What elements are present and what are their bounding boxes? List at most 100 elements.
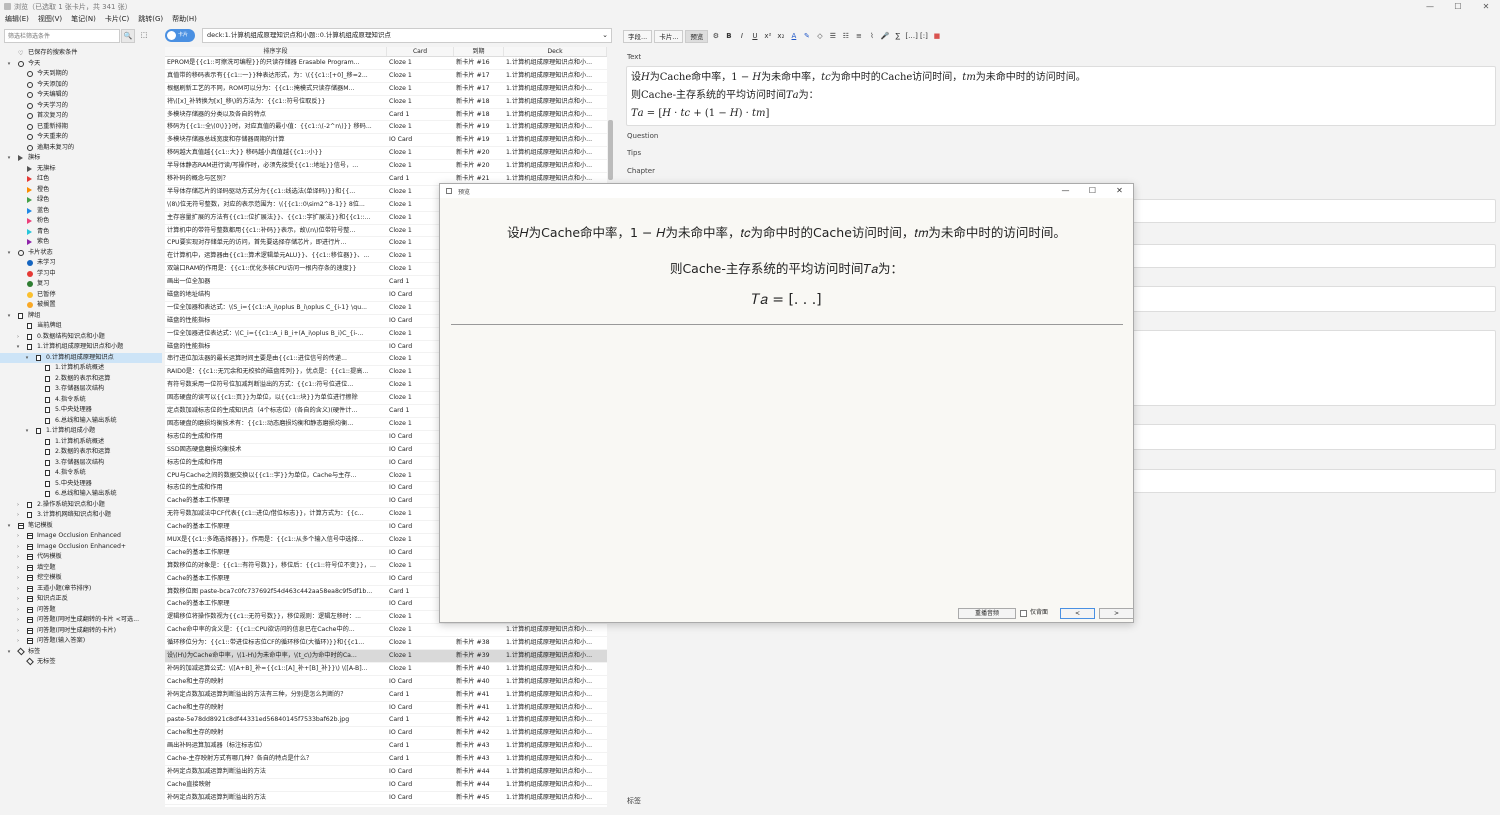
sidebar-item[interactable]: › 挖空模板	[0, 573, 162, 584]
menu-view[interactable]: 视图(V)	[38, 13, 62, 25]
bold-button[interactable]: B	[723, 30, 734, 43]
table-row[interactable]: 将\([x]_补转换为[x]_移\)的方法为：{{c1::符号位取反}} Cloz…	[165, 96, 607, 109]
expand-chevron-icon[interactable]: ›	[15, 605, 21, 616]
table-row[interactable]: EPROM是{{c1::可擦洗可编程}}的只读存储器 Erasable Prog…	[165, 57, 607, 70]
preview-close-button[interactable]: ✕	[1106, 184, 1133, 198]
table-row[interactable]: 半导体静态RAM进行读/写操作时，必须先接受{{c1::地址}}信号，... Cl…	[165, 160, 607, 174]
preview-maximize-button[interactable]: ☐	[1079, 184, 1106, 198]
sidebar-item[interactable]: 首次复习的	[0, 111, 162, 122]
sidebar-item[interactable]: 3.存储器层次结构	[0, 384, 162, 395]
menu-cards[interactable]: 卡片(C)	[105, 13, 129, 25]
sidebar-item[interactable]: › Image Occlusion Enhanced	[0, 531, 162, 542]
maximize-button[interactable]: ☐	[1444, 0, 1472, 13]
expand-chevron-icon[interactable]: ▾	[6, 248, 12, 259]
sidebar-item[interactable]: ▾ 旗标	[0, 153, 162, 164]
preview-minimize-button[interactable]: —	[1052, 184, 1079, 198]
highlight-button[interactable]: ✎	[801, 30, 812, 43]
sidebar-item[interactable]: ♡ 已保存的搜索条件	[0, 48, 162, 59]
sidebar-item[interactable]: 已暂停	[0, 290, 162, 301]
attach-icon[interactable]: ⌇	[866, 30, 877, 43]
math-icon[interactable]: ∑	[892, 30, 903, 43]
expand-chevron-icon[interactable]: ▾	[24, 353, 30, 364]
expand-chevron-icon[interactable]: ›	[15, 584, 21, 595]
sidebar-search-input[interactable]	[4, 29, 120, 43]
sidebar-item[interactable]: 6.总线和输入输出系统	[0, 489, 162, 500]
expand-chevron-icon[interactable]: ▾	[6, 153, 12, 164]
expand-chevron-icon[interactable]: ›	[15, 531, 21, 542]
sidebar-item[interactable]: › Image Occlusion Enhanced+	[0, 542, 162, 553]
scrollbar-thumb[interactable]	[608, 120, 613, 180]
expand-chevron-icon[interactable]: ›	[15, 626, 21, 637]
sidebar-item[interactable]: 3.存储器层次结构	[0, 458, 162, 469]
select-mode-icon[interactable]: ⬚	[137, 29, 151, 43]
sidebar-item[interactable]: › 知识点正反	[0, 594, 162, 605]
sidebar-item[interactable]: 无标签	[0, 657, 162, 668]
next-card-button[interactable]: >	[1099, 608, 1134, 619]
expand-chevron-icon[interactable]: ›	[15, 552, 21, 563]
sidebar-item[interactable]: 复习	[0, 279, 162, 290]
column-deck[interactable]: Deck	[504, 47, 607, 56]
tags-field-label[interactable]: 标签	[627, 796, 641, 806]
eraser-icon[interactable]: ◇	[814, 30, 825, 43]
menu-go[interactable]: 跳转(G)	[138, 13, 163, 25]
sidebar-item[interactable]: 无旗标	[0, 164, 162, 175]
question-field-label[interactable]: Question	[627, 132, 658, 140]
sidebar-item[interactable]: 紫色	[0, 237, 162, 248]
expand-chevron-icon[interactable]: ›	[15, 615, 21, 626]
microphone-icon[interactable]: 🎤	[879, 30, 890, 43]
expand-chevron-icon[interactable]: ▾	[6, 647, 12, 658]
sidebar-item[interactable]: ▾ 1.计算机组成小题	[0, 426, 162, 437]
table-row[interactable]: 补码定点数加减运算判断溢出的方法 IO Card 新卡片 #45 1.计算机组成原理知…	[165, 792, 607, 805]
sidebar-item[interactable]: ▾ 0.计算机组成原理知识点	[0, 352, 162, 364]
search-query-field[interactable]: deck:1.计算机组成原理知识点和小题::0.计算机组成原理知识点 ⌄	[202, 28, 612, 43]
sidebar-item[interactable]: › 3.计算机网络知识点和小题	[0, 510, 162, 521]
sidebar-item[interactable]: 今天重来的	[0, 132, 162, 143]
sidebar-item[interactable]: 5.中央处理器	[0, 405, 162, 416]
search-icon[interactable]: 🔍	[121, 29, 135, 43]
sidebar-item[interactable]: 当前牌组	[0, 321, 162, 332]
table-row[interactable]: Cache和主存的映射 IO Card 新卡片 #41 1.计算机组成原理知识点和小.…	[165, 702, 607, 715]
expand-chevron-icon[interactable]: ›	[15, 563, 21, 574]
replay-audio-button[interactable]: 重播音频	[958, 608, 1016, 619]
sidebar-item[interactable]: ▾ 卡片状态	[0, 248, 162, 259]
table-row[interactable]: 多模块存储器总线宽度和存储器周期的计算 IO Card 新卡片 #19 1.计算机组成…	[165, 134, 607, 148]
table-row[interactable]: Cache命中率的含义是：{{c1::CPU欲访问的信息已在Cache中的...…	[165, 624, 607, 638]
cloze-icon[interactable]: […]	[905, 30, 917, 43]
expand-chevron-icon[interactable]: ▾	[24, 426, 30, 437]
text-field-editor[interactable]: 设𝐻为Cache命中率，1 − 𝐻为未命中率，𝑡𝑐为命中时的Cache访问时间，…	[626, 66, 1496, 126]
sidebar-item[interactable]: › 代码模板	[0, 552, 162, 563]
minimize-button[interactable]: —	[1416, 0, 1444, 13]
expand-chevron-icon[interactable]: ▾	[15, 342, 21, 353]
text-color-button[interactable]: A	[788, 30, 799, 43]
underline-button[interactable]: U	[749, 30, 760, 43]
prev-card-button[interactable]: <	[1060, 608, 1095, 619]
table-row[interactable]: 补码定点数加减运算判断溢出的方法有三种，分别是怎么判断的？ Card 1 新卡片 #…	[165, 689, 607, 702]
sidebar-item[interactable]: › 0.数据结构知识点和小题	[0, 332, 162, 343]
table-row[interactable]: 循环移位分为：{{c1::带进位标志位CF的循环移位(大循环)}}和{{c1..…	[165, 637, 607, 650]
sidebar-item[interactable]: 未学习	[0, 258, 162, 269]
table-row[interactable]: 补码的加减运算公式：\([A+B]_补={{c1::[A]_补+[B]_补}}\…	[165, 663, 607, 676]
sidebar-item[interactable]: 今天学习的	[0, 101, 162, 112]
preview-button[interactable]: 预览	[685, 29, 709, 43]
sidebar-item[interactable]: 逾期未复习的	[0, 143, 162, 154]
table-row[interactable]: 根据刷新工艺的不同，ROM可以分为：{{c1::掩模式只读存储器M... Cloz…	[165, 83, 607, 96]
table-row[interactable]: Cache直接映射 IO Card 新卡片 #44 1.计算机组成原理知识点和小...	[165, 779, 607, 792]
table-row[interactable]: paste-5e78dd8921c8df44331ed56840145f7533…	[165, 714, 607, 728]
sidebar-item[interactable]: ▾ 牌组	[0, 311, 162, 322]
cloze-same-icon[interactable]: [:]	[918, 30, 929, 43]
sidebar-item[interactable]: 2.数据的表示和运算	[0, 447, 162, 458]
sidebar-item[interactable]: › 王道小题(章节排序)	[0, 584, 162, 595]
sidebar-item[interactable]: 2.数据的表示和运算	[0, 374, 162, 385]
expand-chevron-icon[interactable]: ▾	[6, 59, 12, 70]
expand-chevron-icon[interactable]: ›	[15, 636, 21, 647]
sidebar-item[interactable]: 今天添加的	[0, 80, 162, 91]
sidebar-item[interactable]: 今天编辑的	[0, 90, 162, 101]
expand-chevron-icon[interactable]: ▾	[6, 521, 12, 532]
table-row[interactable]: 补码定点数加减运算判断溢出的方法 IO Card 新卡片 #44 1.计算机组成原理知…	[165, 766, 607, 779]
close-button[interactable]: ✕	[1472, 0, 1500, 13]
table-row[interactable]: Cache-主存映射方式有哪几种？各自的特点是什么？ Card 1 新卡片 #43 1…	[165, 753, 607, 766]
sidebar-item[interactable]: 4.指令系统	[0, 395, 162, 406]
sidebar-item[interactable]: 橙色	[0, 185, 162, 196]
sidebar-item[interactable]: › 问答题(同时生成翻转的卡片 <可选...	[0, 615, 162, 626]
sidebar-item[interactable]: › 问答题(输入答案)	[0, 636, 162, 647]
